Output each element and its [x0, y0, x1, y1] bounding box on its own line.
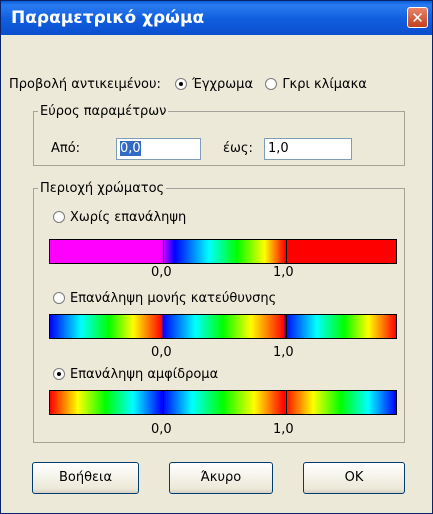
one-way-repeat-tick-start: 0,0 [151, 345, 172, 360]
bar-end-marker [286, 315, 287, 338]
no-repeat-gradient-bar [49, 239, 397, 264]
one-way-repeat-label: Επανάληψη μονής κατεύθυνσης [70, 291, 277, 306]
color-area-legend: Περιοχή χρώματος [40, 181, 165, 196]
bar-start-marker [163, 240, 164, 263]
bar-end-marker [286, 240, 287, 263]
from-value: 0,0 [120, 141, 141, 156]
bar-start-marker [163, 391, 164, 414]
view-mode-label: Προβολή αντικειμένου: [9, 77, 161, 92]
two-way-repeat-option[interactable]: Επανάληψη αμφίδρομα [53, 367, 218, 382]
view-mode-row: Προβολή αντικειμένου: Έγχρωμα Γκρι κλίμα… [9, 77, 367, 92]
color-view-label: Έγχρωμα [192, 77, 254, 92]
one-way-repeat-tick-end: 1,0 [273, 345, 294, 360]
one-way-repeat-gradient-bar [49, 314, 397, 339]
dialog-title: Παραμετρικό χρώμα [11, 8, 205, 28]
one-way-repeat-radio[interactable] [53, 292, 65, 304]
from-label: Από: [51, 141, 81, 156]
close-icon: ✕ [411, 9, 424, 27]
to-input[interactable]: 1,0 [264, 138, 352, 160]
two-way-repeat-radio[interactable] [53, 368, 65, 380]
grayscale-view-label: Γκρι κλίμακα [282, 77, 367, 92]
no-repeat-option[interactable]: Χωρίς επανάληψη [53, 210, 186, 225]
title-bar[interactable]: Παραμετρικό χρώμα ✕ [1, 1, 432, 35]
to-value: 1,0 [268, 141, 289, 156]
parameter-range-legend: Εύρος παραμέτρων [40, 104, 167, 119]
two-way-repeat-tick-end: 1,0 [273, 422, 294, 437]
two-way-repeat-gradient-bar [49, 390, 397, 415]
no-repeat-tick-start: 0,0 [151, 265, 172, 280]
one-way-repeat-option[interactable]: Επανάληψη μονής κατεύθυνσης [53, 291, 276, 306]
bar-end-marker [286, 391, 287, 414]
close-button[interactable]: ✕ [407, 7, 428, 28]
no-repeat-tick-end: 1,0 [273, 265, 294, 280]
ok-button[interactable]: OK [303, 462, 405, 494]
help-button[interactable]: Βοήθεια [32, 462, 139, 494]
no-repeat-label: Χωρίς επανάληψη [70, 210, 187, 225]
two-way-repeat-label: Επανάληψη αμφίδρομα [70, 367, 219, 382]
dialog-window: Παραμετρικό χρώμα ✕ Προβολή αντικειμένου… [0, 0, 433, 514]
from-input[interactable]: 0,0 [116, 138, 201, 160]
two-way-repeat-tick-start: 0,0 [151, 422, 172, 437]
grayscale-view-radio[interactable] [265, 78, 278, 90]
color-view-radio[interactable] [175, 78, 188, 90]
no-repeat-radio[interactable] [53, 211, 65, 223]
to-label: έως: [223, 141, 253, 156]
cancel-button[interactable]: Άκυρο [169, 462, 273, 494]
bar-start-marker [163, 315, 164, 338]
